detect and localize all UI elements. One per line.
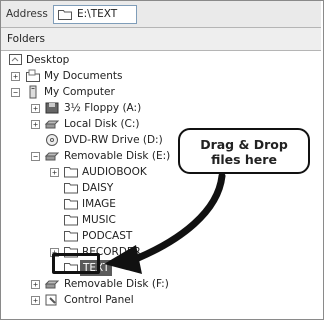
drag-drop-callout: Drag & Drop files here xyxy=(178,128,310,174)
callout-line-2: files here xyxy=(211,152,277,167)
callout-line-1: Drag & Drop xyxy=(200,137,288,152)
